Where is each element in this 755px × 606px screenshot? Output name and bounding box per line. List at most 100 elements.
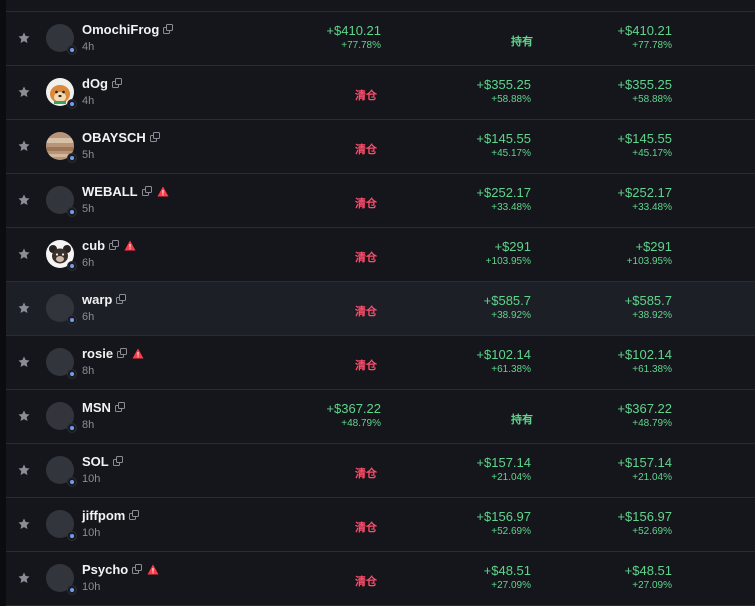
total-pnl: +$585.7 +38.92% — [625, 293, 672, 323]
token-avatar[interactable] — [46, 24, 77, 55]
table-row[interactable]: OmochiFrog 4h +$410.21 +77.78% 持有 +$410.21 +77… — [6, 12, 755, 66]
copy-icon[interactable] — [116, 294, 127, 305]
unrealized-value: +$48.51 — [483, 563, 531, 578]
unrealized-percent: +21.04% — [491, 472, 531, 483]
token-avatar[interactable] — [46, 186, 77, 217]
copy-icon[interactable] — [112, 78, 123, 89]
table-row[interactable]: SOL 10h 清仓 +$157.14 +21.04% +$157.14 +21.04% — [6, 444, 755, 498]
token-avatar[interactable] — [46, 402, 77, 433]
copy-icon[interactable] — [141, 186, 153, 197]
status-badge: 清仓 — [355, 360, 377, 372]
unrealized-pnl: +$102.14 +61.38% — [476, 347, 531, 377]
token-name[interactable]: warp — [82, 292, 127, 307]
status-badge: 持有 — [511, 414, 533, 426]
copy-icon[interactable] — [114, 402, 126, 413]
table-row[interactable]: OBAYSCH 5h 清仓 +$145.55 +45.17% +$145.55 +45.17… — [6, 120, 755, 174]
star-icon[interactable] — [17, 193, 31, 207]
unrealized-pnl: +$48.51 +27.09% — [484, 563, 531, 593]
table-row[interactable]: cub 6h 清仓 +$291 +103.95% +$291 +103.95% — [6, 228, 755, 282]
unrealized-percent: +58.88% — [491, 94, 531, 105]
token-name[interactable]: WEBALL — [82, 184, 169, 199]
star-icon[interactable] — [17, 571, 31, 585]
token-name-label: warp — [82, 292, 113, 307]
copy-icon[interactable] — [129, 510, 140, 521]
token-avatar[interactable] — [46, 456, 77, 487]
realized-pnl: +$367.22 +48.79% — [326, 401, 381, 431]
star-icon[interactable] — [17, 139, 31, 153]
copy-icon[interactable] — [109, 240, 120, 251]
star-icon[interactable] — [17, 409, 31, 423]
token-avatar[interactable] — [46, 510, 77, 541]
token-age: 8h — [82, 419, 95, 431]
total-percent: +45.17% — [632, 148, 672, 159]
token-name[interactable]: dOg — [82, 76, 123, 91]
star-icon[interactable] — [17, 85, 31, 99]
unrealized-pnl: +$355.25 +58.88% — [476, 77, 531, 107]
token-name[interactable]: OmochiFrog — [82, 22, 174, 37]
unrealized-percent: +45.17% — [491, 148, 531, 159]
star-icon[interactable] — [17, 247, 31, 261]
status-badge: 清仓 — [355, 468, 377, 480]
realized-percent: +77.78% — [341, 40, 381, 51]
table-row[interactable]: Psycho 10h 清仓 +$48.51 +27.09% +$48.51 +27.09% — [6, 552, 755, 606]
unrealized-value: +$585.7 — [483, 293, 531, 308]
token-age: 10h — [82, 581, 101, 593]
unrealized-pnl: +$145.55 +45.17% — [476, 131, 531, 161]
total-pnl: +$145.55 +45.17% — [617, 131, 672, 161]
token-name[interactable]: rosie — [82, 346, 144, 361]
copy-icon[interactable] — [117, 348, 128, 359]
table-row[interactable]: dOg 4h 清仓 +$355.25 +58.88% +$355.25 +58.88% — [6, 66, 755, 120]
token-name[interactable]: jiffpom — [82, 508, 140, 523]
token-avatar[interactable] — [46, 564, 77, 595]
copy-icon[interactable] — [149, 132, 161, 143]
token-avatar[interactable] — [46, 348, 77, 379]
star-icon[interactable] — [17, 355, 31, 369]
table-row[interactable]: rosie 8h 清仓 +$102.14 +61.38% +$102.14 +61.38% — [6, 336, 755, 390]
unrealized-percent: +38.92% — [491, 310, 531, 321]
total-percent: +58.88% — [632, 94, 672, 105]
copy-icon[interactable] — [163, 24, 174, 35]
solana-chain-icon — [67, 531, 77, 541]
solana-chain-icon — [67, 153, 77, 163]
copy-icon[interactable] — [112, 456, 124, 467]
warning-icon — [132, 348, 144, 359]
table-row[interactable]: warp 6h 清仓 +$585.7 +38.92% +$585.7 +38.92% — [6, 282, 755, 336]
solana-chain-icon — [67, 45, 77, 55]
copy-icon[interactable] — [132, 564, 143, 575]
token-name-label: dOg — [82, 76, 108, 91]
unrealized-value: +$102.14 — [476, 347, 531, 362]
token-name[interactable]: Psycho — [82, 562, 159, 577]
realized-pnl: +$410.21 +77.78% — [326, 23, 381, 53]
total-value: +$157.14 — [617, 455, 672, 470]
total-value: +$252.17 — [617, 185, 672, 200]
unrealized-percent: +103.95% — [485, 256, 531, 267]
table-row[interactable]: MSN 8h +$367.22 +48.79% 持有 +$367.22 +48.79% — [6, 390, 755, 444]
token-avatar[interactable] — [46, 240, 77, 271]
token-avatar[interactable] — [46, 78, 77, 109]
total-pnl: +$156.97 +52.69% — [617, 509, 672, 539]
table-row[interactable]: jiffpom 10h 清仓 +$156.97 +52.69% +$156.97 +52.6… — [6, 498, 755, 552]
token-name[interactable]: cub — [82, 238, 136, 253]
unrealized-pnl: +$585.7 +38.92% — [484, 293, 531, 323]
solana-chain-icon — [67, 585, 77, 595]
token-age: 4h — [82, 95, 95, 107]
token-name[interactable]: SOL — [82, 454, 124, 469]
total-percent: +61.38% — [632, 364, 672, 375]
star-icon[interactable] — [17, 517, 31, 531]
token-avatar[interactable] — [46, 132, 77, 163]
solana-chain-icon — [67, 315, 77, 325]
token-avatar[interactable] — [46, 294, 77, 325]
star-icon[interactable] — [17, 463, 31, 477]
status-badge: 清仓 — [355, 198, 377, 210]
star-icon[interactable] — [17, 301, 31, 315]
token-name[interactable]: OBAYSCH — [82, 130, 161, 145]
solana-chain-icon — [67, 99, 77, 109]
status-badge: 持有 — [511, 36, 533, 48]
table-row[interactable]: WEBALL 5h 清仓 +$252.17 +33.48% +$252.17 +33.48% — [6, 174, 755, 228]
token-name[interactable]: MSN — [82, 400, 126, 415]
unrealized-pnl: +$252.17 +33.48% — [476, 185, 531, 215]
star-icon[interactable] — [17, 31, 31, 45]
total-value: +$291 — [635, 239, 672, 254]
total-percent: +38.92% — [632, 310, 672, 321]
token-age: 8h — [82, 365, 95, 377]
